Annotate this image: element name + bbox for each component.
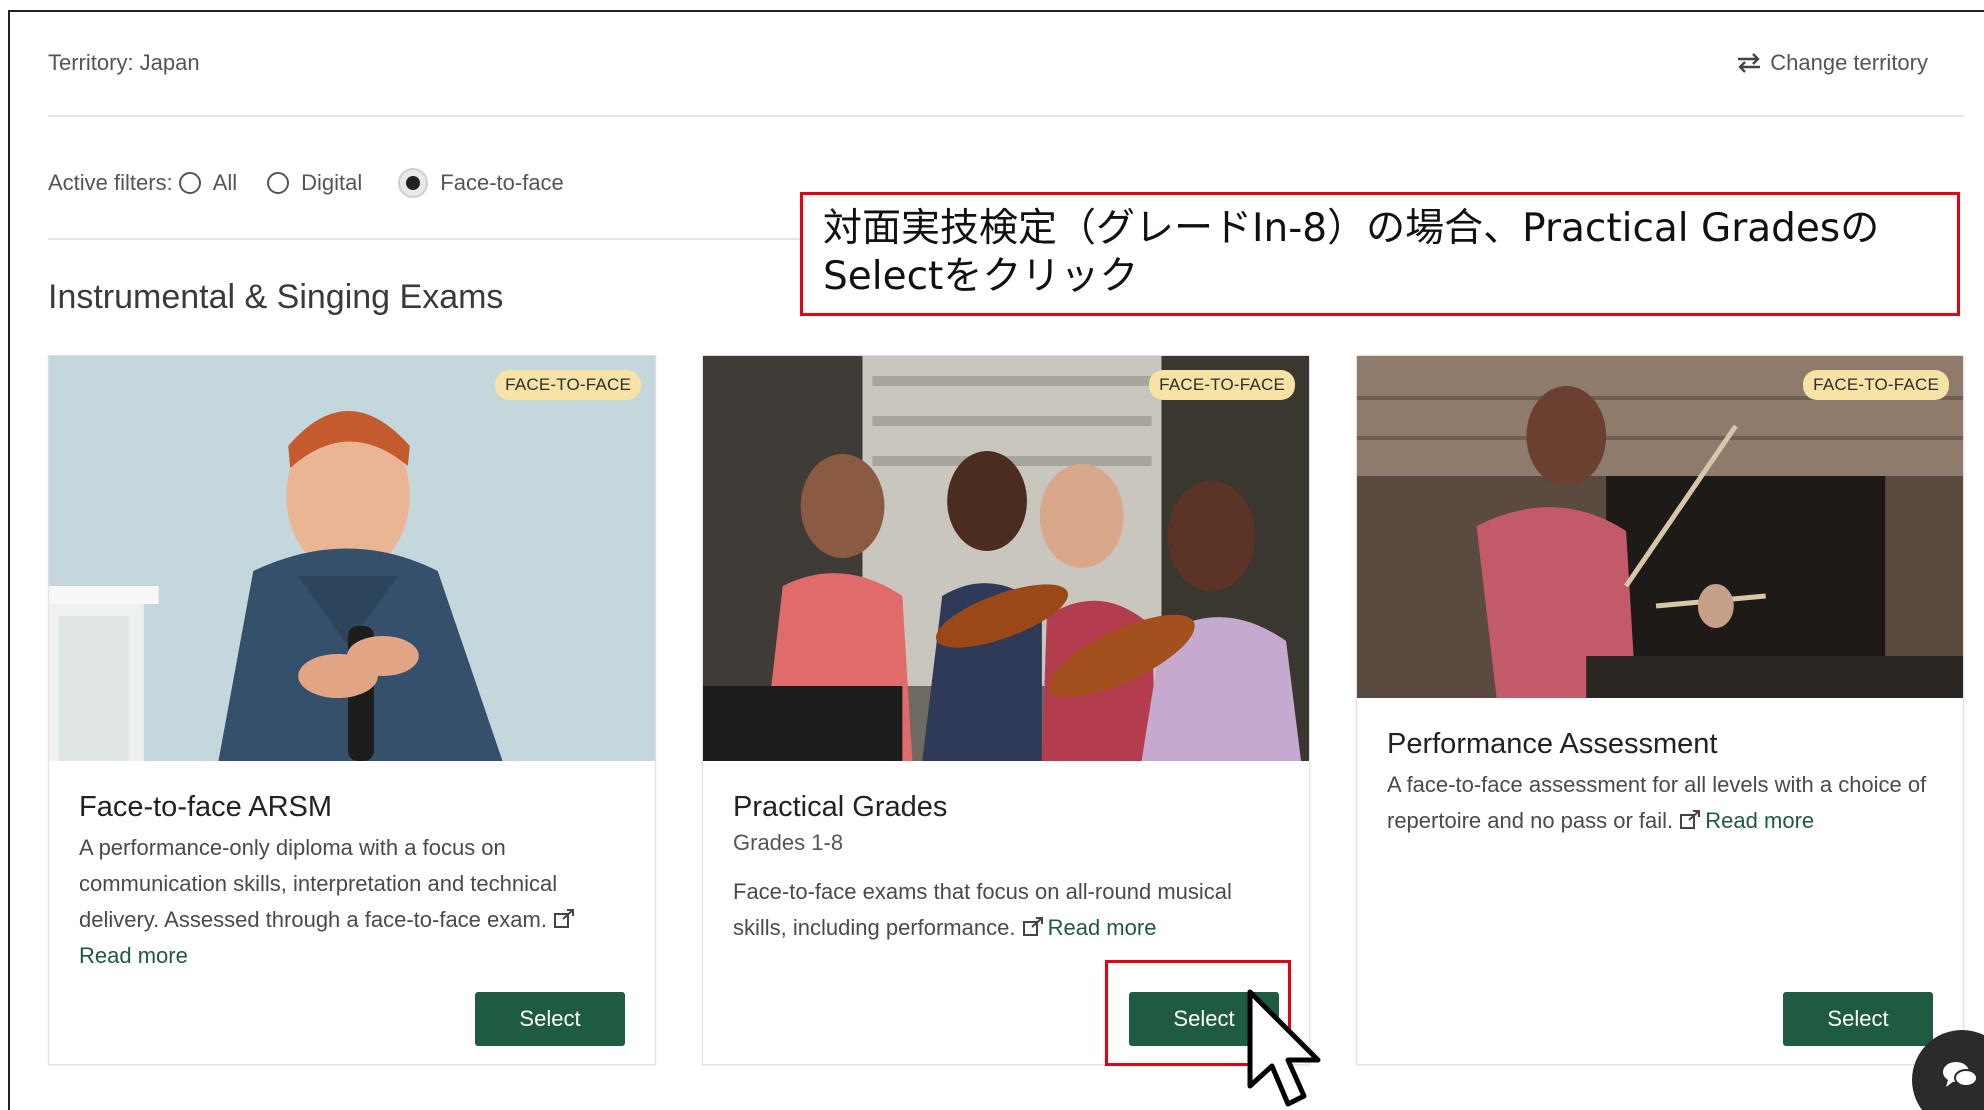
filter-all-label: All bbox=[212, 170, 238, 195]
swap-arrows-icon bbox=[1738, 53, 1761, 73]
card-description: A face-to-face assessment for all levels… bbox=[1387, 767, 1933, 839]
radio-all[interactable] bbox=[178, 172, 201, 194]
section-title: Instrumental & Singing Exams bbox=[48, 278, 504, 316]
card-image: FACE-TO-FACE bbox=[1357, 356, 1963, 698]
instruction-annotation: 対面実技検定（グレードIn-8）の場合、Practical GradesのSel… bbox=[800, 192, 1960, 316]
card-description: Face-to-face exams that focus on all-rou… bbox=[733, 874, 1279, 946]
filters-label: Active filters: bbox=[48, 170, 173, 195]
external-link-icon bbox=[1022, 917, 1043, 936]
exam-card-practical-grades: FACE-TO-FACE Practical Grades Grades 1-8… bbox=[702, 355, 1310, 1065]
change-territory-label: Change territory bbox=[1770, 50, 1928, 75]
card-title: Performance Assessment bbox=[1387, 728, 1718, 760]
card-description-text: A performance-only diploma with a focus … bbox=[79, 835, 558, 932]
filter-all[interactable]: All bbox=[178, 170, 238, 196]
change-territory-link[interactable]: Change territory bbox=[1736, 50, 1928, 76]
read-more-link[interactable]: Read more bbox=[1048, 915, 1157, 940]
divider bbox=[48, 115, 1964, 117]
exam-card-arsm: FACE-TO-FACE Face-to-face ARSM A perform… bbox=[48, 355, 656, 1065]
card-description-text: A face-to-face assessment for all levels… bbox=[1387, 772, 1927, 833]
external-link-icon bbox=[1680, 810, 1701, 829]
read-more-link[interactable]: Read more bbox=[79, 943, 188, 968]
card-title: Face-to-face ARSM bbox=[79, 791, 333, 823]
select-button-performance-assessment[interactable]: Select bbox=[1783, 992, 1933, 1046]
filter-digital-label: Digital bbox=[301, 170, 363, 195]
mouse-pointer-icon bbox=[1247, 989, 1321, 1107]
face-to-face-badge: FACE-TO-FACE bbox=[495, 370, 641, 400]
card-title: Practical Grades bbox=[733, 791, 948, 823]
chat-icon bbox=[1943, 1062, 1978, 1087]
filter-digital[interactable]: Digital bbox=[267, 170, 362, 196]
card-description-text: Face-to-face exams that focus on all-rou… bbox=[733, 879, 1232, 940]
select-button-arsm[interactable]: Select bbox=[475, 992, 625, 1046]
exam-card-performance-assessment: FACE-TO-FACE Performance Assessment A fa… bbox=[1356, 355, 1964, 1065]
card-description: A performance-only diploma with a focus … bbox=[79, 830, 625, 974]
read-more-link[interactable]: Read more bbox=[1705, 808, 1814, 833]
external-link-icon bbox=[554, 909, 575, 928]
card-image: FACE-TO-FACE bbox=[49, 356, 655, 761]
radio-face-to-face[interactable] bbox=[398, 168, 429, 198]
card-image: FACE-TO-FACE bbox=[703, 356, 1309, 761]
face-to-face-badge: FACE-TO-FACE bbox=[1149, 370, 1295, 400]
active-filters: Active filters: All Digital Face-to-face bbox=[48, 168, 594, 198]
filter-face-to-face-label: Face-to-face bbox=[440, 170, 564, 195]
divider bbox=[48, 238, 808, 240]
filter-face-to-face[interactable]: Face-to-face bbox=[398, 168, 564, 198]
face-to-face-badge: FACE-TO-FACE bbox=[1803, 370, 1949, 400]
radio-digital[interactable] bbox=[267, 172, 290, 194]
territory-label: Territory: Japan bbox=[48, 50, 200, 75]
card-subtitle: Grades 1-8 bbox=[733, 830, 844, 855]
